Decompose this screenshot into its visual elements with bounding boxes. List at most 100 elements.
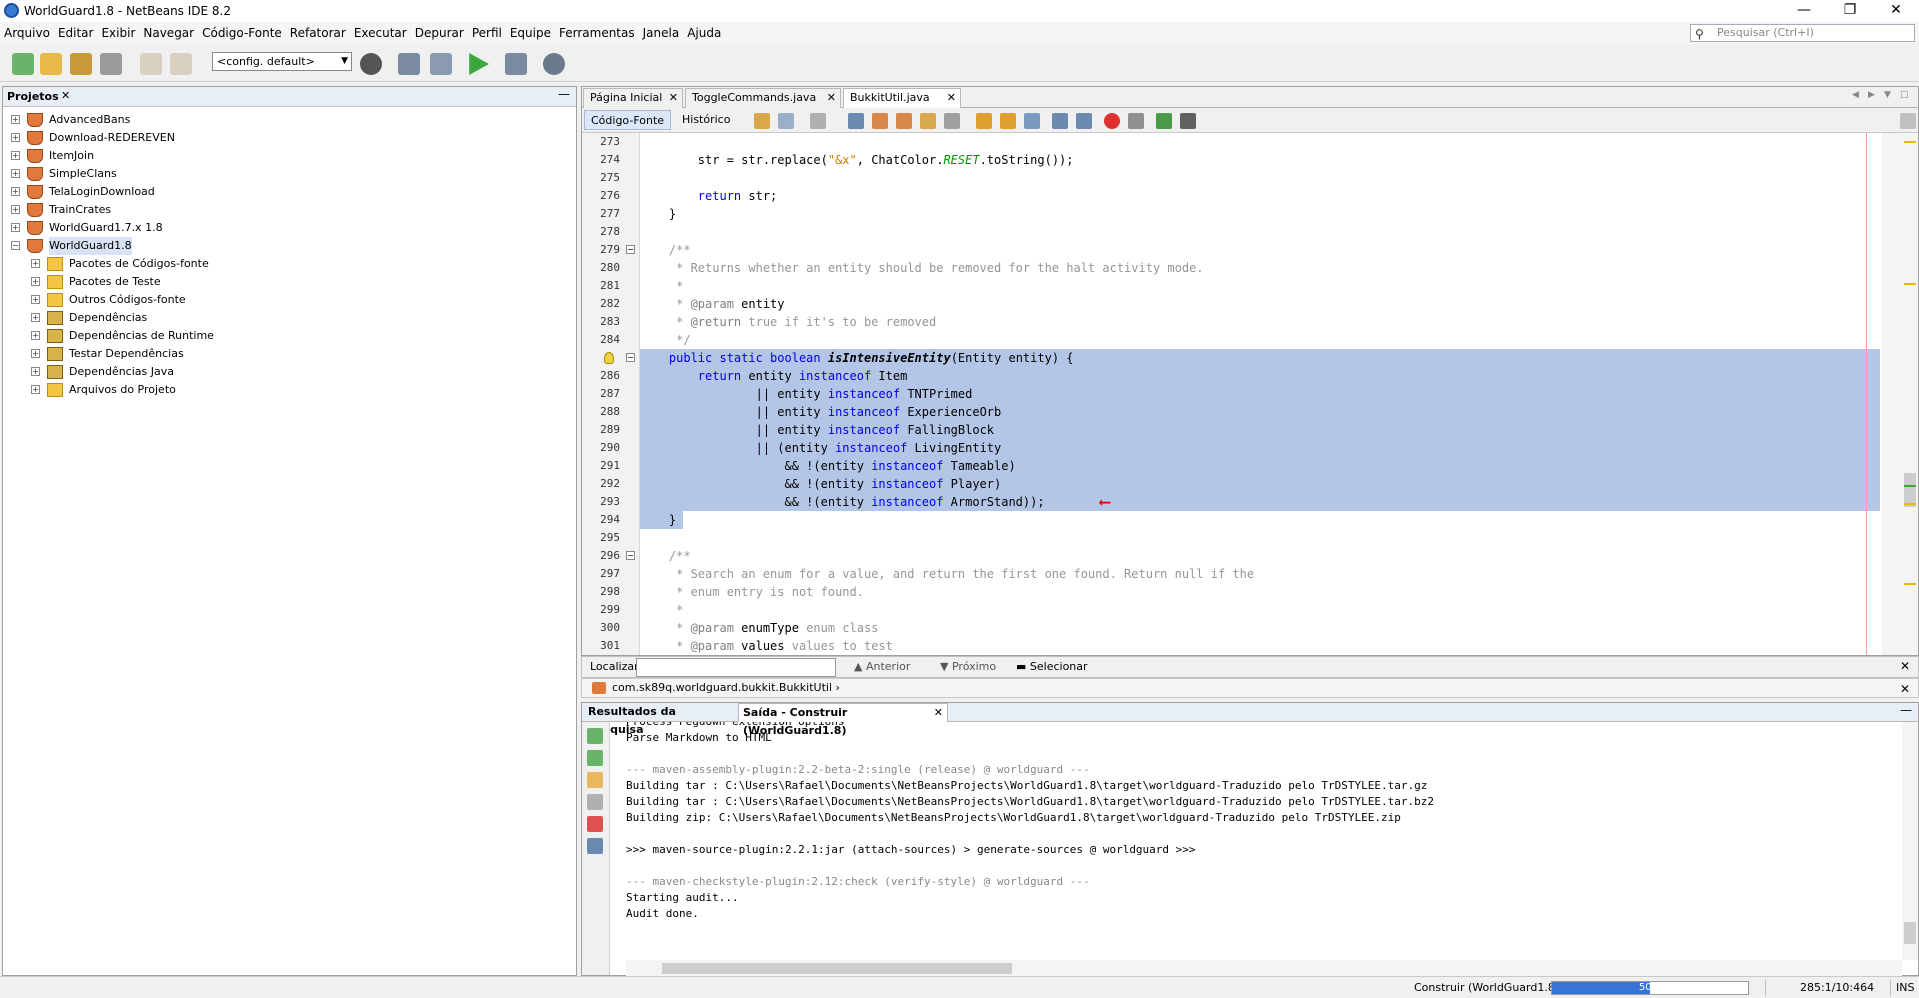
resume-icon[interactable] xyxy=(587,772,603,788)
collapse-toggle-icon[interactable]: − xyxy=(11,241,20,250)
expand-toggle-icon[interactable]: + xyxy=(11,151,20,160)
source-view-button[interactable]: Código-Fonte xyxy=(584,110,672,130)
warning-mark[interactable] xyxy=(1904,503,1916,505)
code-line[interactable]: /** xyxy=(640,547,1880,565)
expand-toggle-icon[interactable]: + xyxy=(31,313,40,322)
menu-item-5[interactable]: Refatorar xyxy=(286,22,350,44)
close-icon[interactable]: ✕ xyxy=(61,89,70,102)
tree-item[interactable]: + Dependências xyxy=(3,309,563,327)
rerun-goals-icon[interactable] xyxy=(587,750,603,766)
find-selection-icon[interactable] xyxy=(848,113,864,129)
run-icon[interactable] xyxy=(469,53,489,75)
previous-bookmark-icon[interactable] xyxy=(976,113,992,129)
code-line[interactable]: * xyxy=(640,277,1880,295)
expand-toggle-icon[interactable]: + xyxy=(11,115,20,124)
find-input[interactable] xyxy=(636,658,836,677)
tree-item[interactable]: − WorldGuard1.8 xyxy=(3,237,563,255)
menu-item-3[interactable]: Navegar xyxy=(139,22,198,44)
code-line[interactable] xyxy=(640,223,1880,241)
tab-nav-icon[interactable]: ◀ xyxy=(1852,90,1859,100)
find-next-icon[interactable] xyxy=(896,113,912,129)
build-hammer-icon[interactable] xyxy=(398,53,420,75)
expand-toggle-icon[interactable]: + xyxy=(31,331,40,340)
output-scrollbar[interactable] xyxy=(1902,722,1918,960)
expand-toggle-icon[interactable]: + xyxy=(31,367,40,376)
tree-item[interactable]: + Dependências de Runtime xyxy=(3,327,563,345)
tab-nav-icon[interactable]: ▶ xyxy=(1868,90,1875,100)
code-line[interactable]: return entity instanceof Item xyxy=(640,367,1880,385)
expand-toggle-icon[interactable]: + xyxy=(11,223,20,232)
next-bookmark-icon[interactable] xyxy=(1000,113,1016,129)
warning-mark[interactable] xyxy=(1904,141,1916,143)
restore-icon[interactable]: ❐ xyxy=(1827,0,1873,22)
minimize-icon[interactable]: — xyxy=(1900,703,1912,717)
code-line[interactable]: * @param enumType enum class xyxy=(640,619,1880,637)
expand-toggle-icon[interactable]: + xyxy=(31,295,40,304)
warning-mark[interactable] xyxy=(1904,583,1916,585)
output-line[interactable]: Building zip: C:\Users\Rafael\Documents\… xyxy=(626,810,1401,826)
output-line[interactable]: --- maven-checkstyle-plugin:2.12:check (… xyxy=(626,874,1090,890)
menu-item-0[interactable]: Arquivo xyxy=(0,22,54,44)
undo-icon[interactable] xyxy=(140,53,162,75)
fold-toggle-icon[interactable]: − xyxy=(626,551,635,560)
code-line[interactable]: * @return true if it's to be removed xyxy=(640,313,1880,331)
output-line[interactable]: Starting audit... xyxy=(626,890,739,906)
expand-toggle-icon[interactable]: + xyxy=(31,259,40,268)
code-line[interactable]: } xyxy=(640,511,1880,529)
change-mark[interactable] xyxy=(1904,485,1916,487)
editor-tab[interactable]: Página Inicial ✕ xyxy=(583,88,683,108)
new-file-icon[interactable] xyxy=(12,53,34,75)
shift-right-icon[interactable] xyxy=(1076,113,1092,129)
output-line[interactable]: >>> maven-source-plugin:2.2.1:jar (attac… xyxy=(626,842,1196,858)
code-line[interactable]: && !(entity instanceof ArmorStand)); ⟵ xyxy=(640,493,1880,511)
tree-item[interactable]: + TelaLoginDownload xyxy=(3,183,563,201)
stop-build-icon[interactable] xyxy=(587,816,603,832)
output-line[interactable]: Process Pegdown extension options xyxy=(626,722,845,730)
fold-toggle-icon[interactable]: − xyxy=(626,353,635,362)
find-previous-icon[interactable] xyxy=(872,113,888,129)
tree-item[interactable]: + Pacotes de Teste xyxy=(3,273,563,291)
output-horizontal-scrollbar[interactable] xyxy=(626,960,1902,976)
expand-toggle-icon[interactable]: + xyxy=(31,349,40,358)
search-input[interactable]: ⚲ Pesquisar (Ctrl+I) xyxy=(1690,24,1915,42)
editor-tab[interactable]: BukkitUtil.java ✕ xyxy=(843,88,961,108)
close-icon[interactable]: ✕ xyxy=(1900,659,1910,673)
output-line[interactable]: --- maven-assembly-plugin:2.2-beta-2:sin… xyxy=(626,762,1090,778)
tree-item[interactable]: + SimpleClans xyxy=(3,165,563,183)
code-line[interactable]: && !(entity instanceof Player) xyxy=(640,475,1880,493)
debug-icon[interactable] xyxy=(505,53,527,75)
find-next-button[interactable]: ▼ Próximo xyxy=(940,660,996,673)
save-all-icon[interactable] xyxy=(100,53,122,75)
tree-item[interactable]: + Testar Dependências xyxy=(3,345,563,363)
output-line[interactable]: Parse Markdown to HTML xyxy=(626,730,772,746)
menu-item-12[interactable]: Ajuda xyxy=(683,22,725,44)
code-line[interactable]: * Search an enum for a value, and return… xyxy=(640,565,1880,583)
output-line[interactable]: Building tar : C:\Users\Rafael\Documents… xyxy=(626,778,1427,794)
stop-macro-icon[interactable] xyxy=(1128,113,1144,129)
settings-icon[interactable] xyxy=(587,838,603,854)
tab-nav-icon[interactable]: ▼ xyxy=(1884,90,1891,100)
find-select-button[interactable]: ▬ Selecionar xyxy=(1016,660,1088,673)
redo-icon[interactable] xyxy=(170,53,192,75)
code-area[interactable]: str = str.replace("&x", ChatColor.RESET.… xyxy=(640,133,1880,655)
build-progress-bar[interactable]: 50% xyxy=(1551,981,1749,995)
tab-nav-icon[interactable]: □ xyxy=(1900,90,1909,100)
close-icon[interactable]: ✕ xyxy=(947,89,956,107)
shift-left-icon[interactable] xyxy=(1052,113,1068,129)
code-line[interactable]: || entity instanceof FallingBlock xyxy=(640,421,1880,439)
expand-toggle-icon[interactable]: + xyxy=(11,133,20,142)
fold-toggle-icon[interactable]: − xyxy=(626,245,635,254)
menu-item-6[interactable]: Executar xyxy=(350,22,411,44)
config-select[interactable]: <config. default> ▼ xyxy=(212,52,352,71)
tree-item[interactable]: + WorldGuard1.7.x 1.8 xyxy=(3,219,563,237)
tree-item[interactable]: + Download-REDEREVEN xyxy=(3,129,563,147)
menu-item-1[interactable]: Editar xyxy=(54,22,98,44)
output-tab[interactable]: Saída - Construir (WorldGuard1.8) ✕ xyxy=(738,703,948,737)
menu-item-8[interactable]: Perfil xyxy=(468,22,506,44)
menu-item-11[interactable]: Janela xyxy=(639,22,684,44)
code-line[interactable]: || entity instanceof TNTPrimed xyxy=(640,385,1880,403)
close-icon[interactable]: ✕ xyxy=(669,89,678,107)
tree-item[interactable]: + Outros Códigos-fonte xyxy=(3,291,563,309)
tree-item[interactable]: + Dependências Java xyxy=(3,363,563,381)
find-previous-button[interactable]: ▲ Anterior xyxy=(854,660,910,673)
